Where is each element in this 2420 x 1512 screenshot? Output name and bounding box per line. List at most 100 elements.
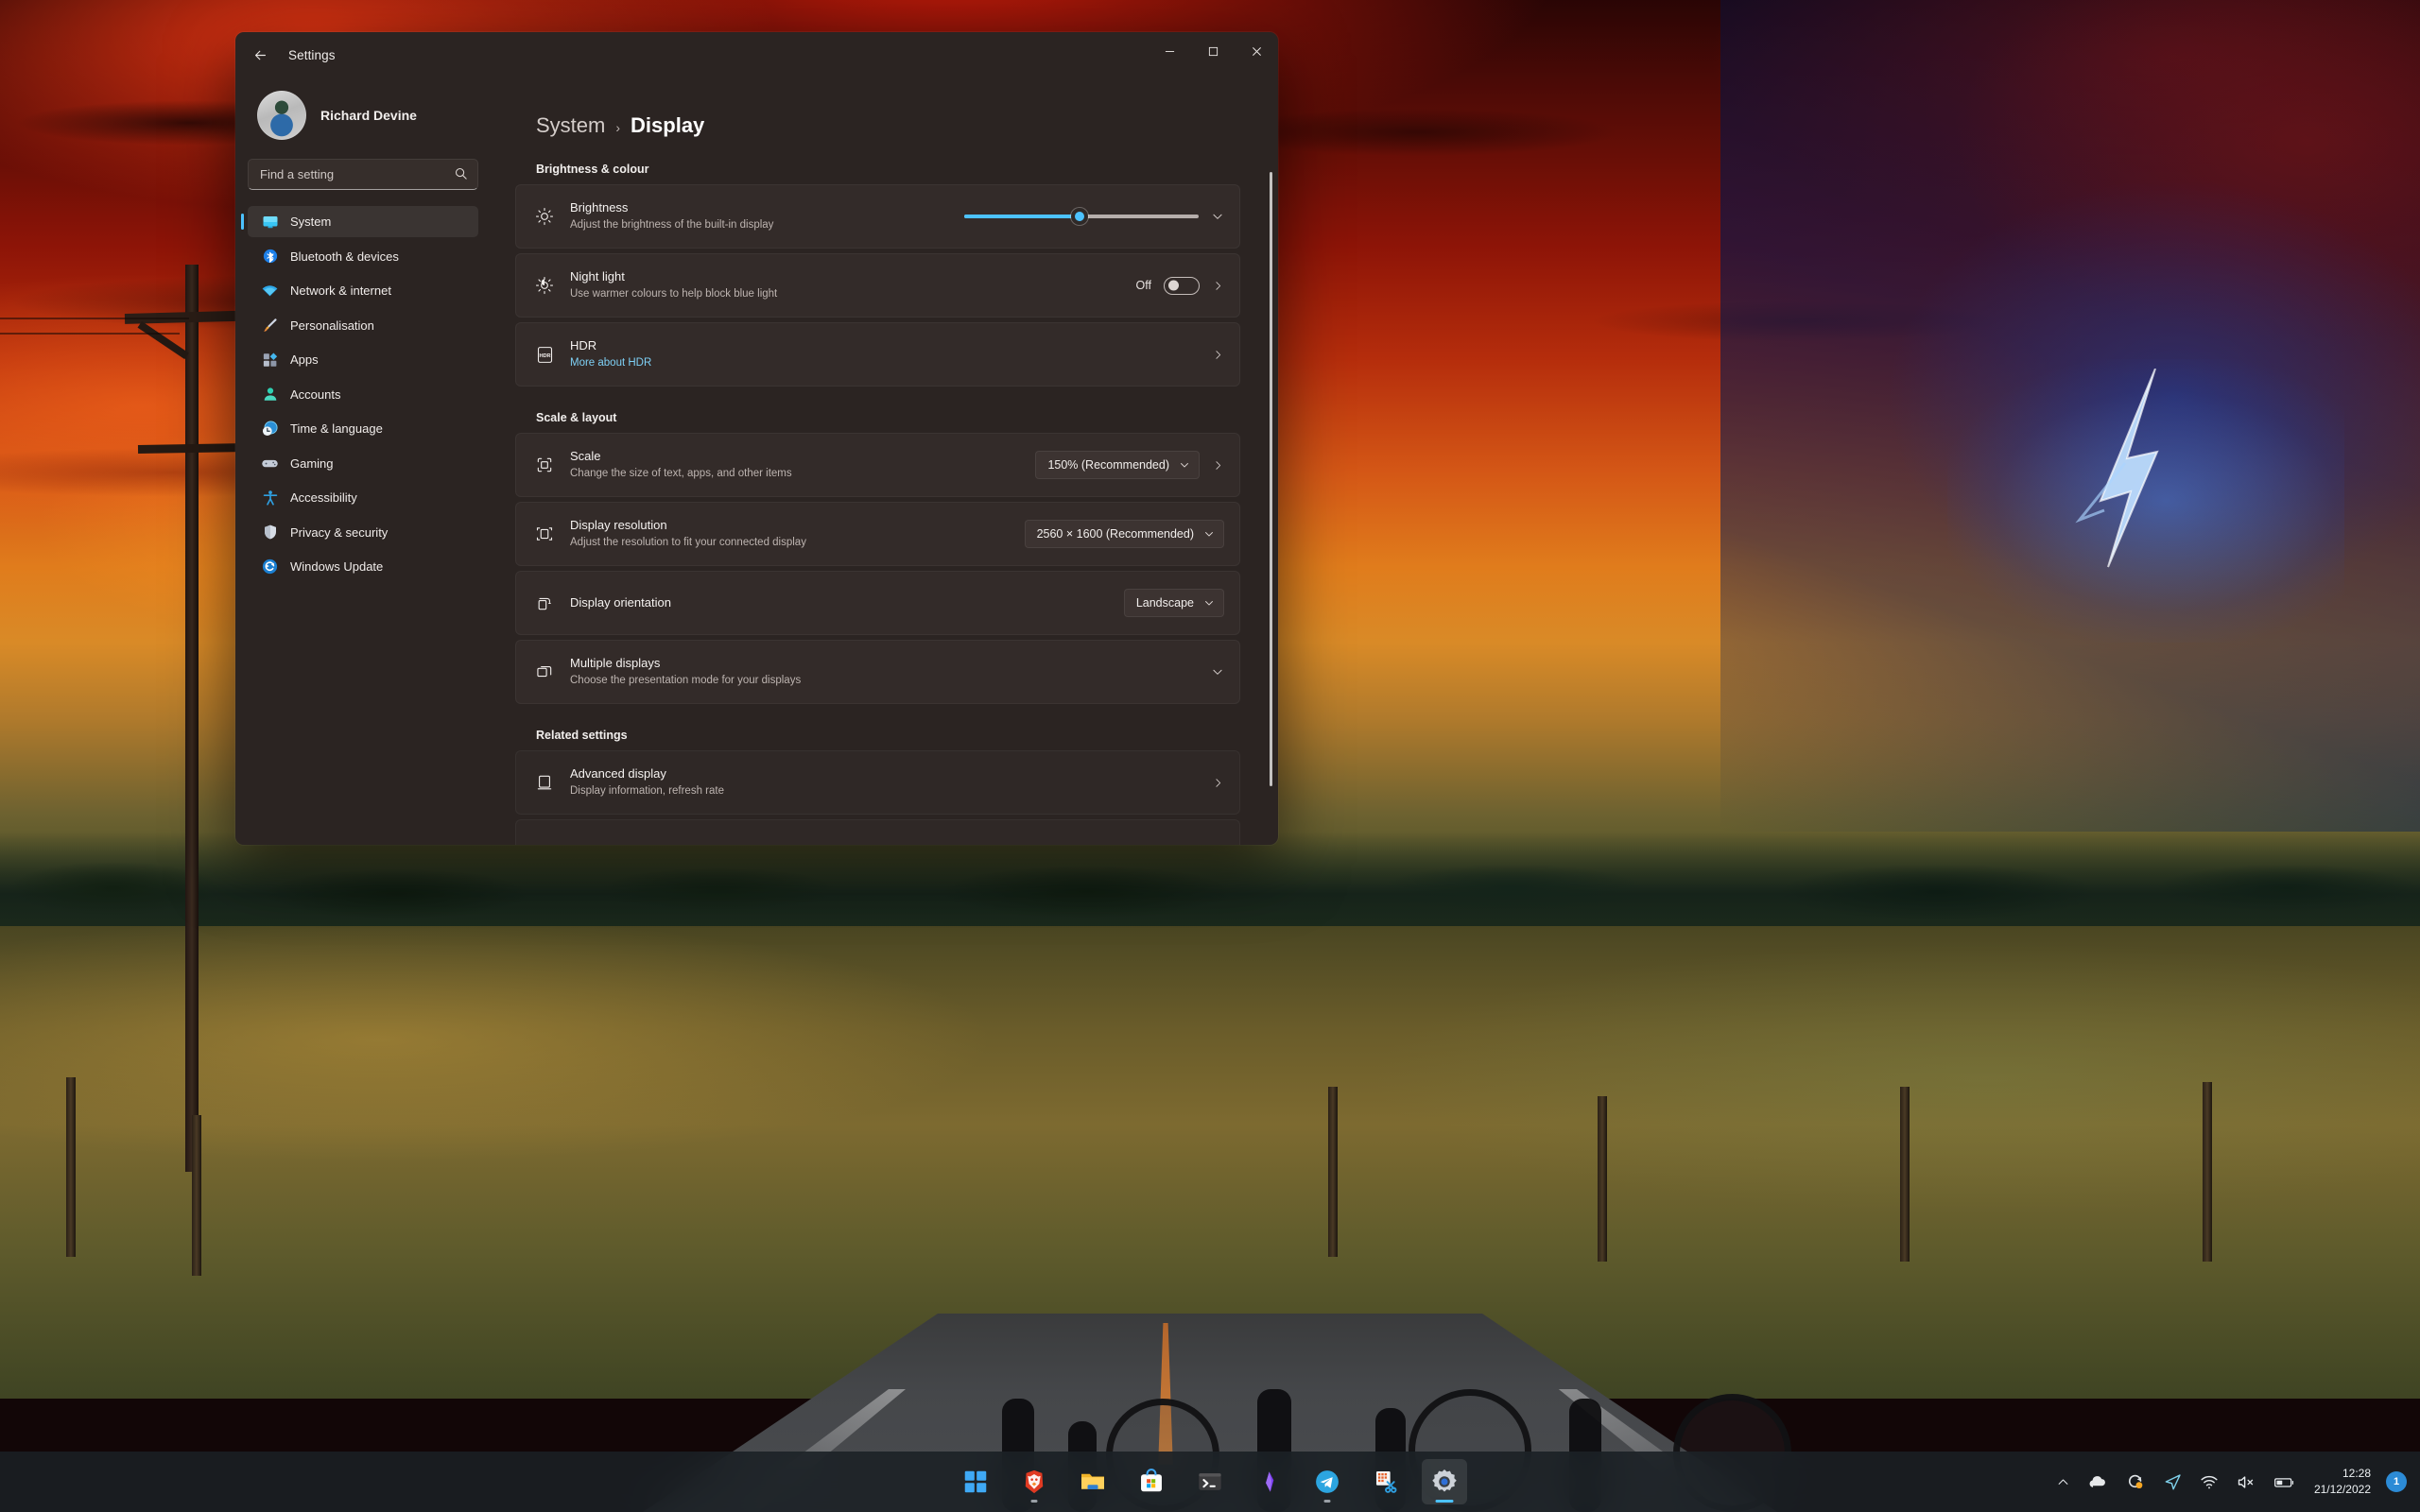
toggle-knob (1168, 280, 1179, 291)
gamepad-icon (261, 455, 279, 472)
cloud-icon (2089, 1476, 2105, 1487)
chevron-right-icon[interactable] (1212, 349, 1224, 361)
tray-volume-button[interactable] (2227, 1461, 2264, 1503)
setting-title: HDR (570, 338, 597, 353)
sidebar-item-windows-update[interactable]: Windows Update (248, 551, 478, 582)
close-button[interactable] (1235, 32, 1278, 70)
chevron-right-icon[interactable] (1212, 280, 1224, 292)
svg-text:HDR: HDR (539, 352, 550, 358)
chevron-right-icon[interactable] (1212, 459, 1224, 472)
minimize-icon (1165, 50, 1174, 52)
taskbar-file-explorer[interactable] (1070, 1459, 1115, 1504)
tray-overflow-button[interactable] (2048, 1461, 2079, 1503)
setting-row-display-resolution[interactable]: Display resolution Adjust the resolution… (515, 502, 1240, 566)
chevron-down-icon[interactable] (1211, 210, 1224, 223)
tray-sync-button[interactable] (2117, 1461, 2154, 1503)
sidebar-item-label: Accounts (290, 387, 341, 402)
sidebar-item-gaming[interactable]: Gaming (248, 448, 478, 479)
setting-title: Display orientation (570, 595, 671, 610)
taskbar-windows-terminal[interactable] (1187, 1459, 1233, 1504)
sidebar-item-personalisation[interactable]: Personalisation (248, 310, 478, 341)
display-resolution-dropdown[interactable]: 2560 × 1600 (Recommended) (1024, 520, 1224, 548)
location-arrow-icon (2165, 1473, 2181, 1489)
chevron-right-icon[interactable] (1212, 777, 1224, 789)
app-title: Settings (288, 47, 336, 62)
sidebar-item-accounts[interactable]: Accounts (248, 379, 478, 410)
setting-title: Multiple displays (570, 656, 661, 671)
monitor-icon (261, 213, 279, 231)
wallpaper-fence-post (1900, 1087, 1910, 1262)
taskbar-settings-app[interactable] (1422, 1459, 1467, 1504)
notification-badge[interactable]: 1 (2386, 1471, 2407, 1492)
setting-row-display-orientation[interactable]: Display orientation Landscape (515, 571, 1240, 635)
breadcrumb-parent[interactable]: System (536, 113, 605, 138)
sidebar-item-bluetooth-devices[interactable]: Bluetooth & devices (248, 241, 478, 272)
more-about-hdr-link[interactable]: More about HDR (570, 356, 1212, 371)
setting-title: Display resolution (570, 518, 667, 533)
tray-onedrive-button[interactable] (2079, 1461, 2117, 1503)
setting-row-graphics[interactable]: Graphics (515, 819, 1240, 845)
window-controls (1148, 32, 1278, 70)
setting-row-hdr[interactable]: HDR HDR More about HDR (515, 322, 1240, 387)
setting-row-scale[interactable]: Scale Change the size of text, apps, and… (515, 433, 1240, 497)
tray-location-button[interactable] (2154, 1461, 2191, 1503)
scale-icon (532, 455, 557, 474)
maximize-button[interactable] (1191, 32, 1235, 70)
setting-title: Brightness (570, 200, 629, 215)
sidebar-item-accessibility[interactable]: Accessibility (248, 482, 478, 513)
taskbar-snipping-tool[interactable] (1363, 1459, 1409, 1504)
taskbar-items (953, 1459, 1467, 1504)
wallpaper-fence-post (66, 1077, 76, 1257)
sidebar-item-apps[interactable]: Apps (248, 344, 478, 375)
sidebar-item-label: Accessibility (290, 490, 357, 505)
tray-wifi-button[interactable] (2191, 1461, 2227, 1503)
setting-row-night-light[interactable]: Night light Use warmer colours to help b… (515, 253, 1240, 318)
wifi-icon (261, 282, 279, 300)
clock-button[interactable]: 12:28 21/12/2022 (2305, 1461, 2380, 1503)
search-input[interactable] (248, 159, 478, 190)
setting-row-advanced-display[interactable]: Advanced display Display information, re… (515, 750, 1240, 815)
search-box (248, 159, 478, 190)
tray-battery-button[interactable] (2264, 1461, 2305, 1503)
taskbar-active-indicator (1435, 1500, 1454, 1503)
sidebar-item-privacy-security[interactable]: Privacy & security (248, 517, 478, 548)
sidebar-item-label: Apps (290, 352, 319, 367)
night-light-toggle[interactable] (1164, 276, 1200, 295)
setting-subtitle: Change the size of text, apps, and other… (570, 468, 792, 480)
wallpaper-powerline (0, 318, 189, 319)
back-button[interactable] (244, 39, 276, 71)
chevron-down-icon[interactable] (1211, 665, 1224, 679)
display-orientation-dropdown[interactable]: Landscape (1123, 589, 1224, 617)
wallpaper-fence-post (1328, 1087, 1338, 1257)
snipping-tool-icon (1375, 1471, 1397, 1493)
wallpaper-fence-post (1598, 1096, 1607, 1262)
sidebar: Richard Devine Syst (235, 77, 491, 845)
taskbar-brave-browser[interactable] (1011, 1459, 1057, 1504)
setting-row-multiple-displays[interactable]: Multiple displays Choose the presentatio… (515, 640, 1240, 704)
taskbar-microsoft-store[interactable] (1129, 1459, 1174, 1504)
main-content: System › Display Brightness & colour Bri… (491, 77, 1278, 845)
section-title-brightness-colour: Brightness & colour (536, 163, 649, 176)
taskbar-purple-app[interactable] (1246, 1459, 1291, 1504)
scale-dropdown[interactable]: 150% (Recommended) (1035, 451, 1200, 479)
sidebar-item-network-internet[interactable]: Network & internet (248, 275, 478, 306)
avatar (257, 91, 306, 140)
back-arrow-icon (254, 50, 266, 60)
sidebar-item-system[interactable]: System (241, 206, 478, 237)
volume-muted-icon (2238, 1475, 2254, 1488)
slider-fill (964, 215, 1080, 218)
taskbar-start-button[interactable] (953, 1459, 998, 1504)
brightness-slider[interactable] (964, 206, 1199, 227)
content-scrollbar[interactable] (1270, 172, 1272, 786)
minimize-button[interactable] (1148, 32, 1191, 70)
setting-row-brightness[interactable]: Brightness Adjust the brightness of the … (515, 184, 1240, 249)
slider-thumb[interactable] (1070, 208, 1088, 225)
sidebar-nav: System Bluetooth & devices Network & int… (241, 206, 478, 582)
chevron-down-icon (1179, 459, 1190, 471)
clock-time: 12:28 (2342, 1467, 2371, 1481)
sidebar-item-time-language[interactable]: Time & language (248, 413, 478, 444)
wallpaper-fence-post (192, 1115, 201, 1276)
user-profile[interactable]: Richard Devine (248, 77, 478, 159)
dropdown-value: 2560 × 1600 (Recommended) (1036, 527, 1194, 541)
taskbar-telegram[interactable] (1305, 1459, 1350, 1504)
